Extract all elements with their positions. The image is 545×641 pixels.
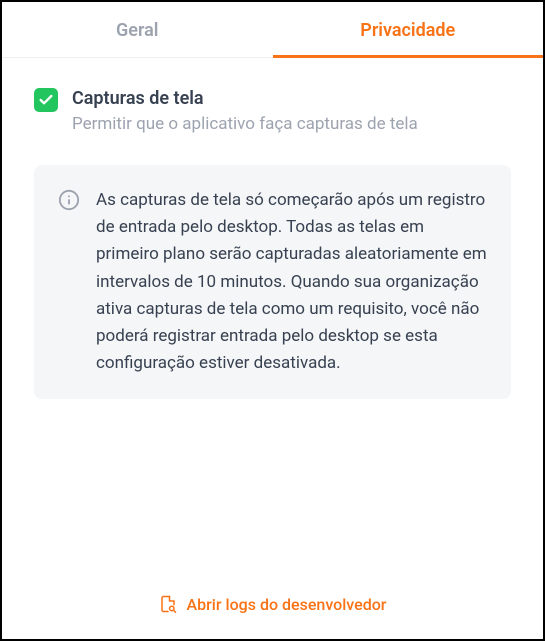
info-box: As capturas de tela só começarão após um…	[34, 165, 511, 399]
info-text: As capturas de tela só começarão após um…	[96, 187, 487, 377]
screenshot-setting-text: Capturas de tela Permitir que o aplicati…	[72, 86, 418, 137]
screenshot-setting-description: Permitir que o aplicativo faça capturas …	[72, 113, 418, 137]
tab-privacy[interactable]: Privacidade	[273, 2, 544, 57]
tab-general[interactable]: Geral	[2, 2, 273, 57]
screenshot-checkbox[interactable]	[34, 88, 58, 112]
open-dev-logs-link[interactable]: Abrir logs do desenvolvedor	[159, 595, 387, 614]
tab-content: Capturas de tela Permitir que o aplicati…	[2, 58, 543, 577]
document-search-icon	[159, 595, 177, 613]
open-dev-logs-label: Abrir logs do desenvolvedor	[187, 595, 387, 614]
info-icon	[58, 189, 80, 211]
screenshot-setting-row: Capturas de tela Permitir que o aplicati…	[34, 86, 511, 137]
screenshot-setting-title: Capturas de tela	[72, 86, 418, 111]
settings-window: Geral Privacidade Capturas de tela Permi…	[0, 0, 545, 641]
check-icon	[38, 92, 54, 108]
footer: Abrir logs do desenvolvedor	[2, 577, 543, 640]
tab-bar: Geral Privacidade	[2, 2, 543, 58]
